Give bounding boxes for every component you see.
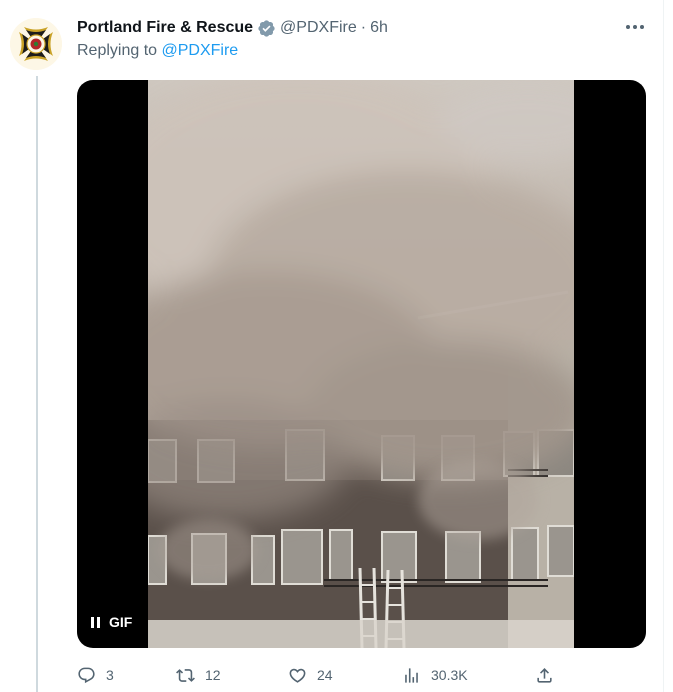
- reply-button[interactable]: 3: [77, 662, 114, 688]
- heart-icon: [289, 668, 306, 683]
- share-button[interactable]: [535, 662, 554, 688]
- replying-to-prefix: Replying to: [77, 42, 158, 59]
- more-dots-icon: [626, 25, 644, 29]
- verified-badge-icon[interactable]: [257, 19, 276, 38]
- replying-to: Replying to @PDXFire: [77, 42, 238, 60]
- retweet-count: 12: [205, 667, 221, 683]
- reply-icon: [78, 667, 95, 683]
- share-icon: [537, 667, 552, 683]
- retweet-icon: [176, 668, 195, 682]
- timestamp[interactable]: 6h: [370, 19, 388, 37]
- column-border: [663, 0, 664, 692]
- avatar[interactable]: [10, 18, 62, 70]
- fire-rescue-badge-icon: [10, 18, 62, 70]
- pause-icon[interactable]: [91, 616, 100, 628]
- gif-label: GIF: [109, 614, 133, 630]
- tweet-actions: 3 12 24 30.3K: [77, 662, 557, 688]
- like-button[interactable]: 24: [288, 662, 333, 688]
- replying-to-link[interactable]: @PDXFire: [162, 42, 239, 59]
- user-handle[interactable]: @PDXFire: [280, 19, 357, 37]
- thread-line: [36, 76, 38, 692]
- gif-frame: [148, 80, 574, 648]
- display-name[interactable]: Portland Fire & Rescue: [77, 19, 253, 37]
- views-button[interactable]: 30.3K: [402, 662, 468, 688]
- analytics-icon: [405, 667, 418, 683]
- more-options-button[interactable]: [622, 16, 648, 38]
- views-count: 30.3K: [431, 667, 468, 683]
- gif-badge[interactable]: GIF: [87, 610, 136, 634]
- reply-count: 3: [106, 667, 114, 683]
- smoke-building-image: [148, 80, 574, 648]
- separator: ·: [360, 19, 367, 36]
- like-count: 24: [317, 667, 333, 683]
- tweet-header: Portland Fire & Rescue @PDXFire · 6h: [77, 17, 388, 39]
- media-gif[interactable]: GIF: [77, 80, 646, 648]
- retweet-button[interactable]: 12: [176, 662, 221, 688]
